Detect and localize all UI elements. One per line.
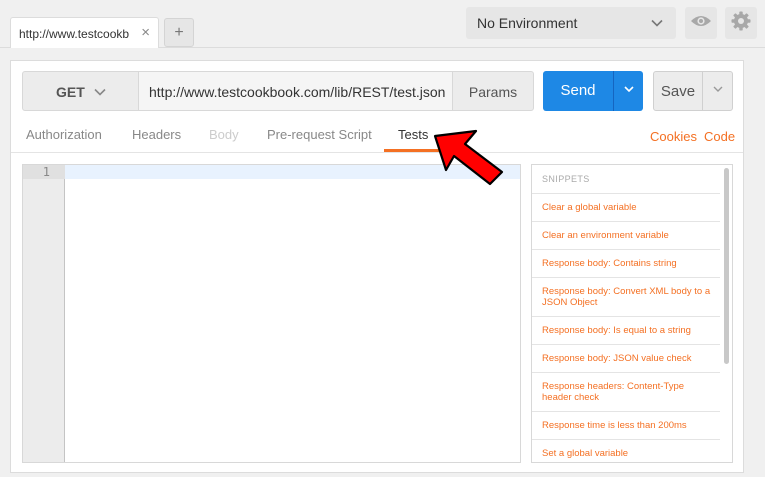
line-number: 1 bbox=[42, 165, 50, 179]
code-link[interactable]: Code bbox=[704, 129, 735, 144]
chevron-down-icon bbox=[712, 82, 724, 100]
snippets-heading: SNIPPETS bbox=[542, 174, 590, 184]
tab-body[interactable]: Body bbox=[209, 127, 239, 142]
snippet-item[interactable]: Clear a global variable bbox=[532, 193, 720, 221]
tests-code-editor[interactable]: 1 bbox=[22, 164, 521, 463]
gear-icon bbox=[731, 11, 751, 36]
tab-pre-request-script[interactable]: Pre-request Script bbox=[267, 127, 372, 142]
method-value: GET bbox=[56, 84, 85, 100]
save-button[interactable]: Save bbox=[653, 71, 703, 111]
environment-quick-look-button[interactable] bbox=[685, 7, 717, 39]
line-number-gutter: 1 bbox=[23, 165, 65, 462]
tab-divider bbox=[11, 152, 743, 153]
send-button[interactable]: Send bbox=[543, 71, 613, 111]
chevron-down-icon bbox=[623, 82, 635, 100]
save-options-button[interactable] bbox=[702, 71, 733, 111]
method-select[interactable]: GET bbox=[22, 71, 139, 111]
plus-icon: + bbox=[174, 24, 184, 41]
tab-authorization[interactable]: Authorization bbox=[26, 127, 102, 142]
params-button[interactable]: Params bbox=[452, 71, 534, 111]
chevron-down-icon bbox=[650, 16, 664, 33]
request-tab[interactable]: http://www.testcookb × bbox=[10, 17, 159, 48]
chevron-down-icon bbox=[93, 85, 107, 102]
snippet-item[interactable]: Response body: Contains string bbox=[532, 249, 720, 277]
snippet-item[interactable]: Response headers: Content-Type header ch… bbox=[532, 372, 720, 411]
snippets-scrollbar[interactable] bbox=[724, 168, 729, 364]
manage-environments-button[interactable] bbox=[725, 7, 757, 39]
pointer-arrow-icon bbox=[433, 129, 504, 186]
new-tab-button[interactable]: + bbox=[164, 18, 194, 47]
environment-select-value: No Environment bbox=[477, 15, 578, 31]
tab-headers[interactable]: Headers bbox=[132, 127, 181, 142]
snippet-item[interactable]: Response body: JSON value check bbox=[532, 344, 720, 372]
snippet-item[interactable]: Clear an environment variable bbox=[532, 221, 720, 249]
tab-tests[interactable]: Tests bbox=[398, 127, 428, 142]
url-input[interactable]: http://www.testcookbook.com/lib/REST/tes… bbox=[138, 71, 453, 111]
cookies-link[interactable]: Cookies bbox=[650, 129, 697, 144]
send-options-button[interactable] bbox=[613, 71, 643, 111]
top-bar: http://www.testcookb × + No Environment bbox=[0, 0, 765, 48]
environment-select[interactable]: No Environment bbox=[466, 7, 676, 39]
snippet-item[interactable]: Response body: Convert XML body to a JSO… bbox=[532, 277, 720, 316]
request-tab-title: http://www.testcookb bbox=[19, 27, 130, 41]
eye-icon bbox=[690, 14, 712, 33]
url-value: http://www.testcookbook.com/lib/REST/tes… bbox=[149, 84, 446, 100]
request-panel: GET http://www.testcookbook.com/lib/REST… bbox=[10, 60, 744, 473]
snippets-panel: SNIPPETS Clear a global variable Clear a… bbox=[531, 164, 733, 463]
snippet-item[interactable]: Set a global variable bbox=[532, 439, 720, 462]
snippet-item[interactable]: Response body: Is equal to a string bbox=[532, 316, 720, 344]
snippet-item[interactable]: Response time is less than 200ms bbox=[532, 411, 720, 439]
close-icon[interactable]: × bbox=[141, 25, 150, 40]
